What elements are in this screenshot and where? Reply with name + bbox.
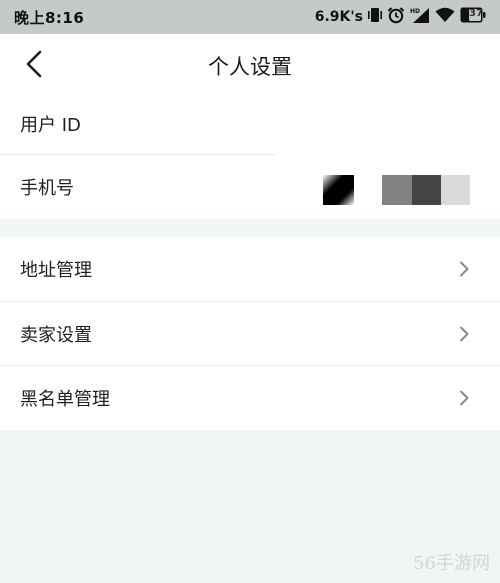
network-speed: 6.9K's [314, 9, 363, 25]
mosaic-block [382, 175, 412, 205]
menu-item-label: 卖家设置 [20, 324, 92, 346]
settings-menu: 地址管理 卖家设置 黑名单管理 [0, 237, 500, 430]
mosaic-block [323, 175, 354, 205]
svg-text:HD: HD [410, 8, 420, 15]
mosaic-block [412, 175, 441, 205]
battery-level: 37 [469, 8, 483, 19]
chevron-right-icon [460, 326, 469, 342]
page-title: 个人设置 [208, 55, 292, 79]
chevron-right-icon [460, 390, 469, 406]
nav-header: 个人设置 [0, 34, 500, 94]
menu-item-label: 黑名单管理 [20, 388, 110, 410]
vibrate-icon [368, 7, 382, 27]
status-time: 晚上8:16 [14, 8, 85, 27]
hd-signal-icon: HD [410, 6, 430, 28]
phone-label: 手机号 [20, 178, 74, 199]
wifi-icon [435, 7, 455, 27]
status-icons: 6.9K's HD 37 [315, 6, 486, 28]
user-id-row: 用户 ID [0, 94, 500, 154]
account-info-section: 用户 ID 手机号 [0, 94, 500, 219]
menu-item-seller-settings[interactable]: 卖家设置 [0, 301, 500, 365]
phone-number-masked [323, 175, 470, 205]
menu-item-label: 地址管理 [20, 260, 92, 281]
user-id-label: 用户 ID [20, 115, 81, 136]
status-bar: 晚上8:16 6.9K's HD 37 [0, 0, 500, 34]
mosaic-block [441, 175, 470, 205]
watermark: 56手游网 [413, 553, 490, 574]
menu-item-address[interactable]: 地址管理 [0, 237, 500, 301]
alarm-icon [387, 6, 405, 28]
chevron-right-icon [460, 261, 469, 277]
battery-icon: 37 [460, 7, 486, 27]
phone-row: 手机号 [0, 155, 500, 219]
menu-item-blacklist[interactable]: 黑名单管理 [0, 365, 500, 429]
